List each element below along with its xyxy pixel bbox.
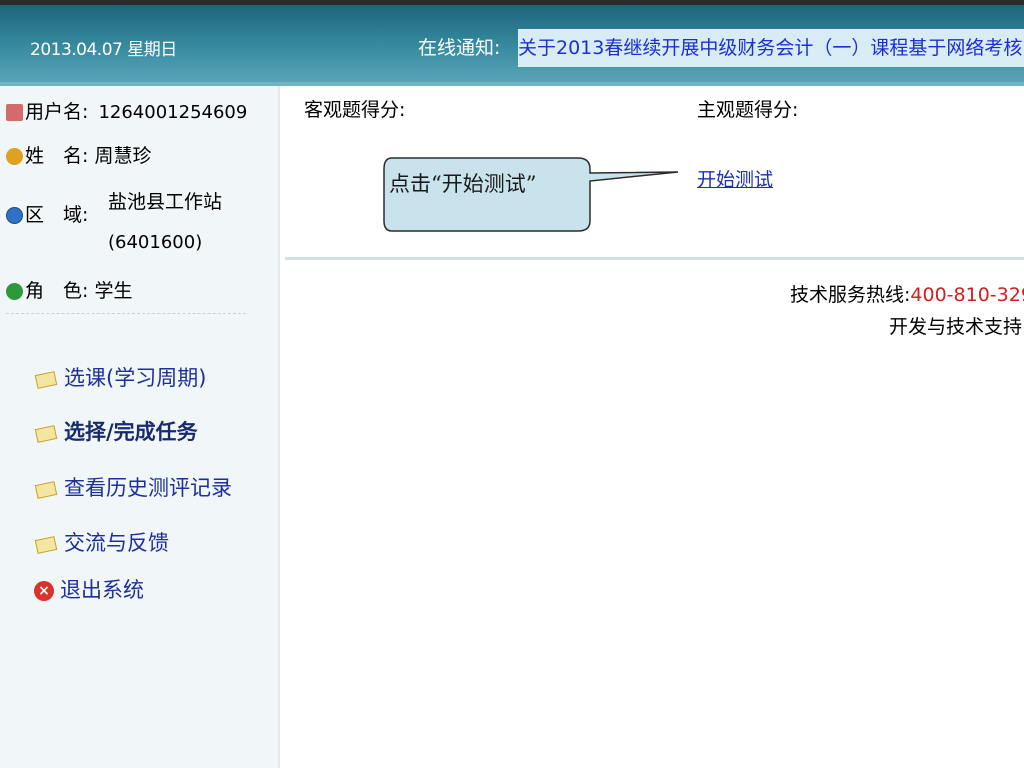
menu-item-feedback[interactable]: 交流与反馈 (34, 527, 169, 557)
notice-text[interactable]: 关于2013春继续开展中级财务会计（一）课程基于网络考核 (518, 33, 1022, 60)
objective-score-label: 客观题得分: (304, 99, 406, 121)
name-value: 周慧珍 (94, 145, 152, 167)
envelope-icon (34, 535, 58, 554)
callout-text: 点击“开始测试” (389, 172, 537, 196)
name-label: 姓 名: (25, 145, 89, 167)
envelope-icon (34, 480, 58, 499)
sidebar-separator (6, 313, 246, 314)
username-label: 用户名: (25, 101, 89, 123)
envelope-icon (34, 370, 58, 389)
name-row: 姓 名: 周慧珍 (6, 141, 151, 168)
menu-item-label: 退出系统 (60, 578, 144, 602)
area-label: 区 域: (25, 204, 89, 226)
menu-item-label: 查看历史测评记录 (64, 476, 232, 500)
role-row: 角 色: 学生 (6, 276, 132, 303)
envelope-icon (34, 424, 58, 443)
support-label: 开发与技术支持: (889, 316, 1024, 338)
hotline-label: 技术服务热线: (790, 284, 911, 306)
username-value: 1264001254609 (98, 102, 248, 123)
notice-marquee[interactable]: 关于2013春继续开展中级财务会计（一）课程基于网络考核 (518, 29, 1024, 67)
hotline-number: 400-810-3299 (910, 284, 1024, 306)
sidebar-divider (278, 86, 280, 768)
area-value-line2: (6401600) (108, 232, 203, 253)
role-value: 学生 (94, 280, 133, 302)
hotline: 技术服务热线:400-810-3299 (790, 280, 1024, 307)
area-row: 区 域: (6, 200, 88, 227)
globe-icon (6, 207, 23, 224)
role-label: 角 色: (25, 280, 89, 302)
role-icon (6, 283, 23, 300)
close-icon: × (34, 581, 54, 601)
menu-item-select-course[interactable]: 选课(学习周期) (34, 362, 206, 392)
current-date: 2013.04.07 星期日 (30, 40, 177, 60)
menu-item-label: 选课(学习周期) (64, 366, 207, 390)
username-row: 用户名: 1264001254609 (6, 97, 247, 124)
user-card-icon (6, 104, 23, 121)
area-value-line1: 盐池县工作站 (108, 191, 223, 213)
menu-item-history[interactable]: 查看历史测评记录 (34, 472, 232, 502)
person-icon (6, 148, 23, 165)
menu-item-label: 交流与反馈 (64, 531, 169, 555)
menu-item-logout[interactable]: × 退出系统 (34, 574, 144, 604)
subjective-score-label: 主观题得分: (697, 99, 799, 121)
start-test-link[interactable]: 开始测试 (697, 165, 773, 192)
header-bar: 2013.04.07 星期日 在线通知: 关于2013春继续开展中级财务会计（一… (0, 5, 1024, 82)
menu-item-label: 选择/完成任务 (64, 420, 198, 444)
notice-label: 在线通知: (418, 37, 501, 59)
menu-item-complete-task[interactable]: 选择/完成任务 (34, 416, 198, 446)
content-divider (285, 257, 1024, 260)
